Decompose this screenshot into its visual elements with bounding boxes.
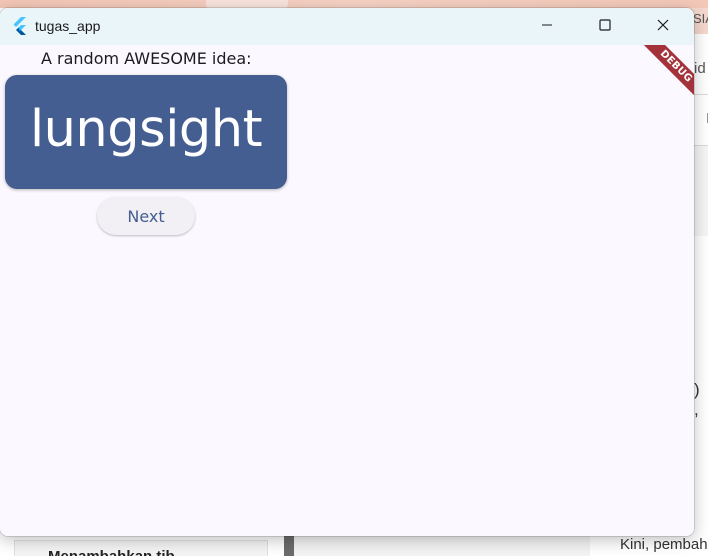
- background-right-text: ) ,: [694, 380, 700, 419]
- background-right-header-text: SIA: [693, 11, 708, 26]
- window-title: tugas_app: [35, 18, 101, 34]
- word-card: lungsight: [5, 75, 287, 189]
- minimize-icon: [541, 18, 553, 36]
- maximize-button[interactable]: [576, 8, 634, 45]
- close-icon: [657, 18, 669, 36]
- next-button[interactable]: Next: [97, 197, 195, 235]
- title-bar[interactable]: tugas_app: [0, 8, 694, 45]
- flutter-logo-icon: [10, 16, 30, 36]
- maximize-icon: [599, 18, 611, 36]
- debug-banner-label: DEBUG: [634, 45, 694, 108]
- word-pair-text: lungsight: [29, 99, 263, 159]
- close-button[interactable]: [634, 8, 692, 45]
- app-window: tugas_app A random AWESOME idea: lungsig…: [0, 8, 694, 536]
- background-card-text: Menambahkan tib: [48, 548, 175, 556]
- background-bottom-text: Kini, pembah: [620, 536, 708, 553]
- minimize-button[interactable]: [518, 8, 576, 45]
- debug-banner: DEBUG: [614, 45, 694, 125]
- app-content: A random AWESOME idea: lungsight Next: [0, 45, 694, 536]
- background-panel: [294, 536, 590, 556]
- background-window-strip: [0, 0, 708, 8]
- background-scrollbar: [284, 536, 294, 556]
- background-right-field-text: id: [694, 60, 706, 77]
- prompt-label: A random AWESOME idea:: [41, 49, 252, 68]
